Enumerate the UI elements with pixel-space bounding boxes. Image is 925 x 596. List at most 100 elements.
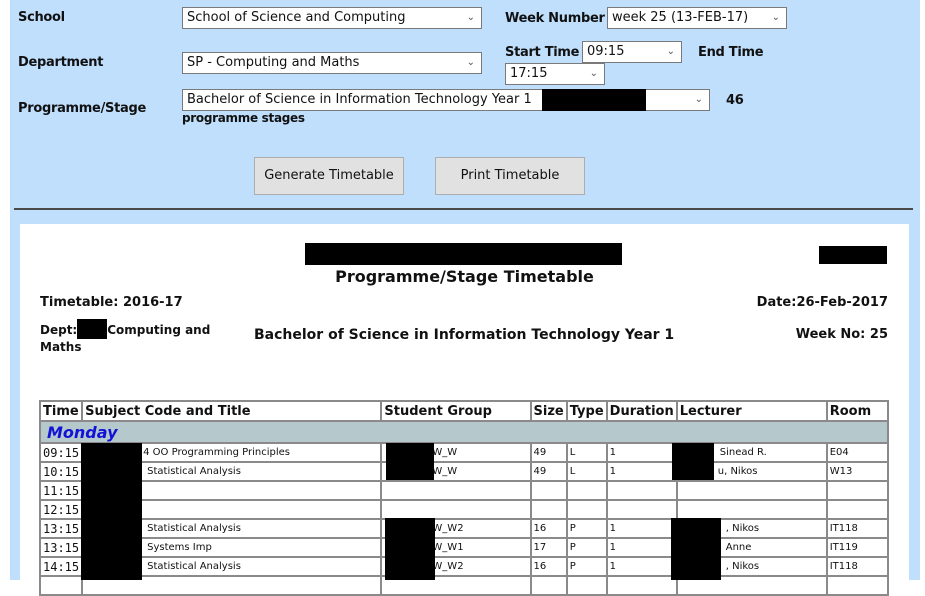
redaction [385, 518, 435, 580]
cell-time: 09:15 [40, 443, 83, 462]
table-row: 13:15 Systems Imp W_W1 17 P 1 Anne IT119 [40, 538, 888, 557]
chevron-down-icon: ⌄ [466, 12, 475, 23]
cell-type: L [566, 462, 607, 481]
chevron-down-icon: ⌄ [694, 94, 703, 105]
table-row: 13:15 Statistical Analysis W_W2 16 P 1, Nikos… [40, 519, 888, 538]
cell-time: 13:15 [40, 538, 83, 557]
table-row: 12:15 [40, 500, 888, 519]
day-row: Monday [40, 421, 888, 443]
generate-timetable-button[interactable]: Generate Timetable [254, 157, 404, 195]
cell-duration [606, 500, 677, 519]
timetable-programme: Bachelor of Science in Information Techn… [254, 327, 675, 343]
timetable-dept: Dept: Computing and Maths [40, 319, 220, 355]
cell-group [381, 500, 531, 519]
table-row: 11:15 [40, 481, 888, 500]
redaction [81, 443, 142, 580]
cell-duration: 1 [606, 538, 677, 557]
col-header: Subject Code and Title [82, 401, 382, 421]
end-time-label: End Time [698, 45, 764, 60]
cell-room: W13 [826, 462, 888, 481]
timetable-table: Time Subject Code and Title Student Grou… [39, 400, 889, 596]
cell-time: 12:15 [40, 500, 83, 519]
programme-label: Programme/Stage [18, 101, 146, 116]
cell-empty [566, 576, 607, 595]
table-row: 09:15 4 OO Programming Principles W_W 49 L 1 S… [40, 443, 888, 462]
print-timetable-button[interactable]: Print Timetable [435, 157, 585, 195]
cell-type [566, 481, 607, 500]
col-header: Student Group [381, 401, 531, 421]
cell-size: 49 [530, 443, 567, 462]
cell-duration: 1 [606, 557, 677, 576]
day-label: Monday [40, 421, 888, 443]
cell-type: P [566, 538, 607, 557]
programme-select-value: Bachelor of Science in Information Techn… [187, 92, 532, 107]
cell-size: 49 [530, 462, 567, 481]
start-time-label: Start Time [505, 45, 580, 60]
department-select[interactable]: SP - Computing and Maths ⌄ [182, 52, 482, 74]
table-row [40, 576, 888, 595]
table-row: 14:15 Statistical Analysis W_W2 16 P 1, Nikos… [40, 557, 888, 576]
school-select-value: School of Science and Computing [187, 10, 406, 25]
school-select[interactable]: School of Science and Computing ⌄ [182, 7, 482, 29]
cell-empty [530, 576, 567, 595]
cell-type [566, 500, 607, 519]
cell-room: IT119 [826, 538, 888, 557]
cell-size: 16 [530, 519, 567, 538]
start-time-select[interactable]: 09:15 ⌄ [582, 41, 682, 63]
redaction [305, 243, 622, 265]
department-label: Department [18, 55, 104, 70]
cell-empty [40, 576, 83, 595]
redaction [386, 443, 434, 480]
redaction [672, 443, 714, 480]
cell-time: 13:15 [40, 519, 83, 538]
chevron-down-icon: ⌄ [589, 68, 598, 79]
cell-type: P [566, 557, 607, 576]
col-header: Duration [606, 401, 677, 421]
timetable-date: Date:26-Feb-2017 [756, 295, 888, 310]
cell-size [530, 481, 567, 500]
cell-size [530, 500, 567, 519]
timetable-year: Timetable: 2016-17 [40, 295, 183, 310]
cell-room [826, 500, 888, 519]
school-label: School [18, 10, 65, 25]
cell-duration: 1 [606, 462, 677, 481]
cell-duration: 1 [606, 519, 677, 538]
cell-room: IT118 [826, 519, 888, 538]
redaction [77, 319, 108, 339]
col-header: Room [826, 401, 888, 421]
chevron-down-icon: ⌄ [666, 46, 675, 57]
cell-duration [606, 481, 677, 500]
cell-type: L [566, 443, 607, 462]
cell-time: 10:15 [40, 462, 83, 481]
timetable-title: Programme/Stage Timetable [335, 267, 594, 286]
end-time-select[interactable]: 17:15 ⌄ [505, 63, 605, 85]
divider [14, 208, 913, 210]
department-select-value: SP - Computing and Maths [187, 55, 360, 70]
chevron-down-icon: ⌄ [466, 57, 475, 68]
cell-room [826, 481, 888, 500]
cell-time: 11:15 [40, 481, 83, 500]
cell-empty [826, 576, 888, 595]
timetable-week-no: Week No: 25 [795, 327, 888, 342]
redaction [542, 89, 646, 111]
col-header: Size [530, 401, 567, 421]
cell-room: IT118 [826, 557, 888, 576]
week-select[interactable]: week 25 (13-FEB-17) ⌄ [607, 7, 787, 29]
timetable-sheet: Programme/Stage Timetable Timetable: 201… [20, 224, 909, 596]
redaction [819, 246, 887, 264]
cell-type: P [566, 519, 607, 538]
week-label: Week Number [505, 11, 605, 26]
cell-duration: 1 [606, 443, 677, 462]
programme-count-suffix: programme stages [182, 111, 305, 125]
cell-size: 17 [530, 538, 567, 557]
col-header: Type [566, 401, 607, 421]
programme-count: 46 [726, 93, 744, 108]
table-header-row: Time Subject Code and Title Student Grou… [40, 401, 888, 421]
cell-size: 16 [530, 557, 567, 576]
col-header: Lecturer [676, 401, 827, 421]
week-select-value: week 25 (13-FEB-17) [612, 10, 749, 25]
cell-time: 14:15 [40, 557, 83, 576]
cell-room: E04 [826, 443, 888, 462]
cell-group [381, 481, 531, 500]
end-time-value: 17:15 [510, 66, 548, 81]
